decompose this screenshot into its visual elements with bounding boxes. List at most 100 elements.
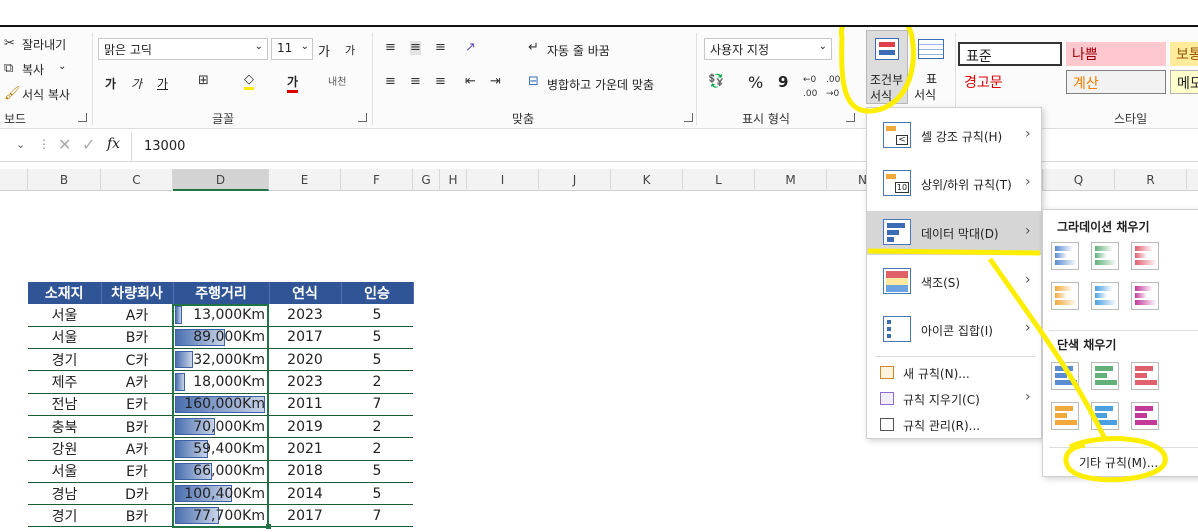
decrease-decimal-icon[interactable]: .00 →0 [826, 73, 840, 101]
cell-year[interactable]: 2023 [269, 370, 341, 394]
solid-databar-swatch[interactable] [1051, 362, 1079, 390]
accounting-format-icon[interactable]: 💱 [708, 75, 724, 89]
number-format-dropdown[interactable]: 사용자 지정 ⌄ [704, 38, 832, 60]
table-header[interactable]: 인승 [341, 282, 414, 304]
font-name-dropdown[interactable]: 맑은 고딕 ⌄ [98, 38, 268, 60]
cell-region[interactable]: 서울 [28, 326, 101, 350]
cell-distance[interactable]: 89,000Km [173, 326, 269, 350]
gradient-databar-swatch[interactable] [1091, 282, 1119, 310]
cell-region[interactable]: 제주 [28, 370, 101, 394]
cell-seats[interactable]: 5 [341, 326, 413, 350]
style-neutral[interactable]: 보통 [1170, 42, 1198, 66]
menu-item-new-rule[interactable]: 새 규칙(N)... [867, 360, 1041, 386]
cell-seats[interactable]: 2 [341, 370, 413, 394]
cell-company[interactable]: B카 [101, 504, 173, 528]
cell-year[interactable]: 2023 [269, 304, 341, 327]
align-bottom-icon[interactable]: ≡ [435, 41, 446, 55]
indent-decrease-icon[interactable]: ⇤ [465, 75, 476, 89]
column-header[interactable]: B [28, 169, 101, 191]
cell-region[interactable]: 서울 [28, 460, 101, 483]
cell-year[interactable]: 2014 [269, 482, 341, 506]
cell-distance[interactable]: 18,000Km [173, 370, 269, 394]
format-painter-icon[interactable]: 🖌 [4, 87, 21, 101]
merge-center-icon[interactable]: ⊟ [528, 75, 539, 89]
fill-color-icon[interactable]: ◇ [244, 73, 254, 90]
underline-button[interactable]: 가 [157, 75, 168, 92]
cell-distance[interactable]: 32,000Km [173, 348, 269, 372]
copy-icon[interactable]: ⧉ [4, 62, 13, 76]
style-warning[interactable]: 경고문 [958, 70, 1062, 94]
format-as-table-button[interactable]: 표 서식 [912, 30, 952, 104]
cell-year[interactable]: 2017 [269, 504, 341, 528]
merge-center-button[interactable]: 병합하고 가운데 맞춤 [547, 76, 654, 93]
column-header[interactable]: R [1115, 169, 1187, 191]
bold-button[interactable]: 가 [105, 75, 116, 92]
cell-company[interactable]: C카 [101, 348, 173, 372]
gradient-databar-swatch[interactable] [1131, 242, 1159, 270]
cell-company[interactable]: D카 [101, 482, 173, 506]
style-calculation[interactable]: 계산 [1066, 70, 1166, 94]
font-size-dropdown[interactable]: 11 ⌄ [271, 38, 313, 60]
solid-databar-swatch[interactable] [1091, 402, 1119, 430]
cell-region[interactable]: 경남 [28, 482, 101, 506]
phonetic-button[interactable]: 내천 [328, 73, 346, 88]
cancel-icon[interactable]: ✕ [58, 135, 71, 154]
column-header[interactable]: J [539, 169, 611, 191]
table-header[interactable]: 연식 [269, 282, 342, 304]
solid-databar-swatch[interactable] [1131, 402, 1159, 430]
table-header[interactable]: 주행거리 [173, 282, 270, 304]
align-left-icon[interactable]: ≡ [385, 75, 396, 89]
cell-region[interactable]: 경기 [28, 348, 101, 372]
cell-distance[interactable]: 100,400Km [173, 482, 269, 506]
cell-company[interactable]: B카 [101, 326, 173, 350]
table-header[interactable]: 소재지 [28, 282, 102, 304]
cell-year[interactable]: 2018 [269, 460, 341, 483]
cell-seats[interactable]: 7 [341, 504, 413, 528]
solid-databar-swatch[interactable] [1051, 402, 1079, 430]
table-header[interactable]: 차량회사 [101, 282, 174, 304]
cell-company[interactable]: A카 [101, 304, 173, 327]
alignment-launcher-icon[interactable] [684, 113, 693, 122]
cell-region[interactable]: 경기 [28, 504, 101, 528]
style-bad[interactable]: 나쁨 [1066, 42, 1166, 66]
cut-button[interactable]: 잘라내기 [22, 36, 66, 53]
solid-databar-swatch[interactable] [1091, 362, 1119, 390]
column-header[interactable]: Q [1043, 169, 1115, 191]
cell-seats[interactable]: 5 [341, 482, 413, 506]
cell-seats[interactable]: 5 [341, 348, 413, 372]
scissors-icon[interactable]: ✂ [4, 37, 15, 51]
align-right-icon[interactable]: ≡ [435, 75, 446, 89]
percent-button[interactable]: % [748, 73, 763, 92]
column-header[interactable]: E [269, 169, 341, 191]
format-painter-button[interactable]: 서식 복사 [22, 86, 70, 103]
font-launcher-icon[interactable] [358, 113, 367, 122]
menu-item-data-bars[interactable]: 데이터 막대(D) › [867, 211, 1041, 255]
align-top-icon[interactable]: ≡ [385, 41, 396, 55]
enter-icon[interactable]: ✓ [82, 135, 95, 154]
gradient-databar-swatch[interactable] [1091, 242, 1119, 270]
menu-item-clear-rules[interactable]: 규칙 지우기(C) › [867, 386, 1041, 412]
cell-region[interactable]: 서울 [28, 304, 101, 327]
cell-seats[interactable]: 2 [341, 415, 413, 439]
fill-handle[interactable] [266, 524, 271, 529]
grow-font-button[interactable]: 가 [318, 41, 330, 60]
column-header[interactable]: G [413, 169, 440, 191]
cell-seats[interactable]: 7 [341, 393, 413, 416]
menu-item-color-scales[interactable]: 색조(S) › [867, 260, 1041, 304]
gradient-databar-swatch[interactable] [1051, 242, 1079, 270]
menu-item-icon-sets[interactable]: 아이콘 집합(I) › [867, 308, 1041, 352]
column-header[interactable]: I [467, 169, 539, 191]
cell-seats[interactable]: 5 [341, 304, 413, 327]
column-header[interactable]: C [101, 169, 173, 191]
column-header[interactable]: F [341, 169, 413, 191]
cell-distance[interactable]: 66,000Km [173, 460, 269, 483]
borders-icon[interactable]: ⊞ [198, 74, 209, 88]
cell-company[interactable]: A카 [101, 370, 173, 394]
cell-distance[interactable]: 13,000Km [173, 304, 269, 327]
solid-databar-swatch[interactable] [1131, 362, 1159, 390]
wrap-text-button[interactable]: 자동 줄 바꿈 [547, 42, 610, 59]
increase-decimal-icon[interactable]: ←0.00 [803, 73, 817, 101]
gradient-databar-swatch[interactable] [1051, 282, 1079, 310]
cell-year[interactable]: 2011 [269, 393, 341, 416]
copy-dropdown-icon[interactable]: ⌄ [58, 61, 66, 72]
